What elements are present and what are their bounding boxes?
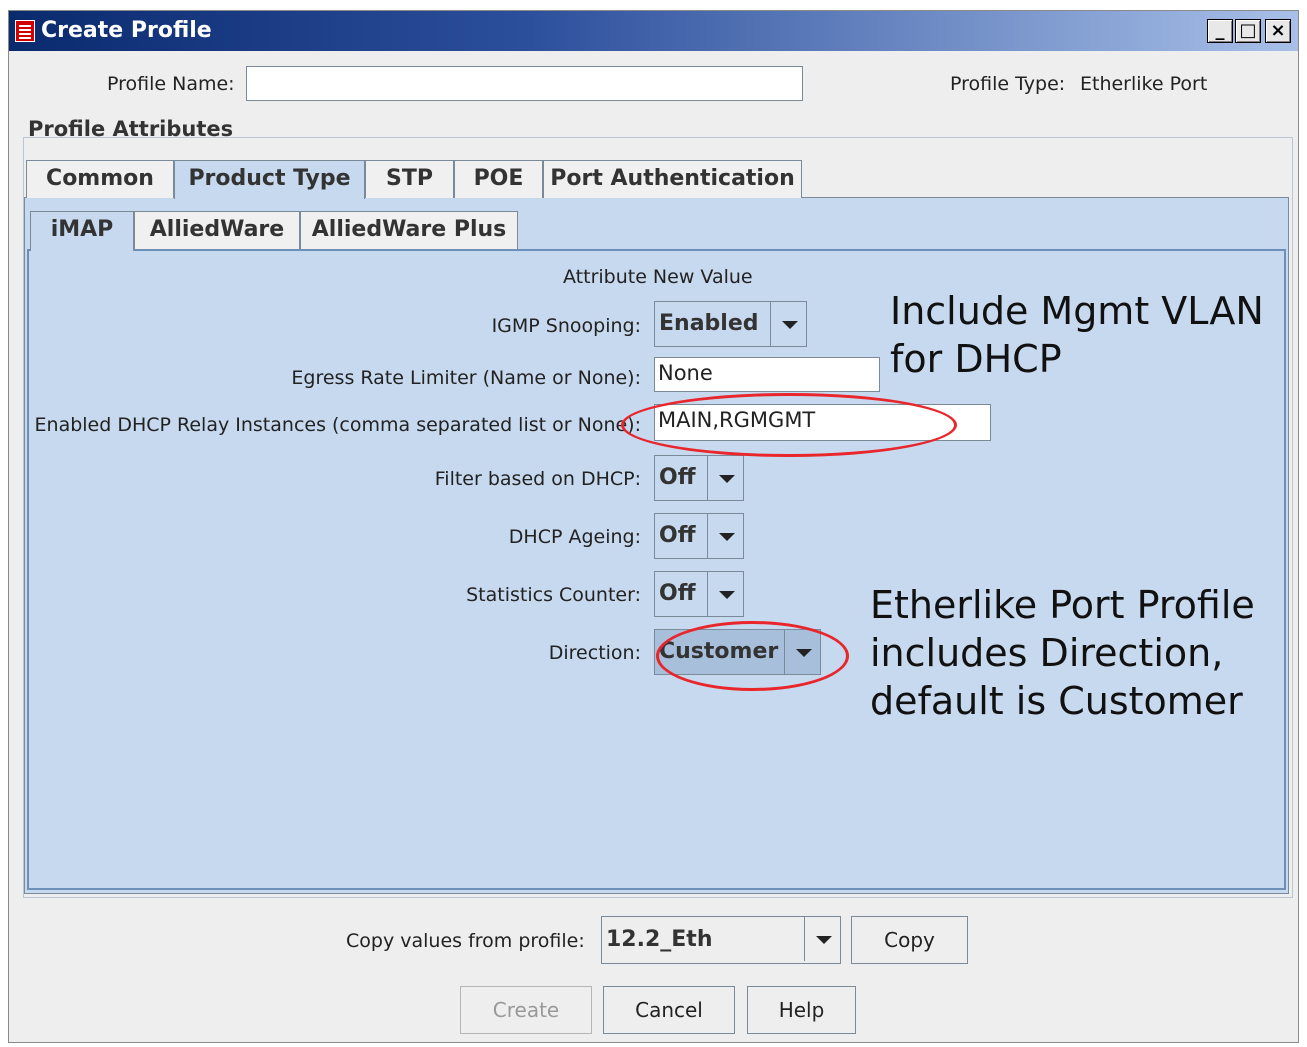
chevron-down-icon: [770, 302, 806, 346]
tab-product-type[interactable]: Product Type: [174, 160, 365, 199]
help-button[interactable]: Help: [747, 986, 856, 1034]
create-profile-window: Create Profile _ □ × Profile Name: Profi…: [8, 10, 1299, 1043]
dhcp-ageing-select[interactable]: Off: [654, 513, 744, 559]
tab-common[interactable]: Common: [26, 160, 174, 198]
statistics-counter-value: Off: [659, 581, 696, 606]
tab-stp[interactable]: STP: [365, 160, 454, 198]
profile-type-value: Etherlike Port: [1080, 73, 1208, 95]
create-button[interactable]: Create: [460, 986, 592, 1034]
attribute-column-header: Attribute New Value: [563, 266, 753, 288]
cancel-button[interactable]: Cancel: [603, 986, 735, 1034]
chevron-down-icon: [804, 917, 840, 961]
annotation-mgmt-vlan-line-1: Include Mgmt VLAN: [890, 289, 1264, 333]
statistics-counter-label: Statistics Counter:: [466, 584, 641, 606]
egress-rate-limiter-input[interactable]: None: [654, 357, 880, 392]
dhcp-relay-highlight: [621, 393, 957, 457]
profile-attributes-title: Profile Attributes: [28, 117, 234, 141]
tab-poe[interactable]: POE: [454, 160, 543, 198]
copy-button[interactable]: Copy: [851, 916, 968, 964]
maximize-button[interactable]: □: [1235, 19, 1261, 43]
chevron-down-icon: [707, 572, 743, 616]
filter-dhcp-label: Filter based on DHCP:: [434, 468, 641, 490]
annotation-direction-line-1: Etherlike Port Profile: [870, 583, 1255, 627]
igmp-snooping-value: Enabled: [659, 311, 759, 336]
title-bar[interactable]: Create Profile _ □ ×: [9, 11, 1298, 51]
dhcp-ageing-label: DHCP Ageing:: [508, 526, 641, 548]
subtab-alliedware[interactable]: AlliedWare: [134, 211, 300, 249]
tab-port-authentication[interactable]: Port Authentication: [543, 160, 802, 198]
copy-profile-select[interactable]: 12.2_Eth: [601, 916, 841, 964]
profile-type-label: Profile Type:: [950, 73, 1066, 95]
dhcp-ageing-value: Off: [659, 523, 696, 548]
annotation-direction-line-3: default is Customer: [870, 679, 1243, 723]
statistics-counter-select[interactable]: Off: [654, 571, 744, 617]
subtab-imap[interactable]: iMAP: [30, 211, 134, 251]
copy-values-label: Copy values from profile:: [346, 930, 585, 952]
window-title: Create Profile: [41, 18, 212, 43]
copy-profile-value: 12.2_Eth: [606, 927, 713, 952]
igmp-snooping-label: IGMP Snooping:: [491, 315, 641, 337]
profile-name-label: Profile Name:: [107, 73, 235, 95]
chevron-down-icon: [707, 514, 743, 558]
egress-rate-limiter-label: Egress Rate Limiter (Name or None):: [291, 367, 641, 389]
subtab-alliedware-plus[interactable]: AlliedWare Plus: [300, 211, 518, 249]
annotation-mgmt-vlan-line-2: for DHCP: [890, 337, 1062, 381]
app-icon: [15, 20, 35, 42]
minimize-button[interactable]: _: [1207, 19, 1233, 43]
profile-name-input[interactable]: [246, 66, 803, 101]
direction-label: Direction:: [548, 642, 641, 664]
direction-highlight: [656, 621, 849, 691]
annotation-direction-line-2: includes Direction,: [870, 631, 1224, 675]
filter-dhcp-select[interactable]: Off: [654, 455, 744, 501]
igmp-snooping-select[interactable]: Enabled: [654, 301, 807, 347]
filter-dhcp-value: Off: [659, 465, 696, 490]
dhcp-relay-label: Enabled DHCP Relay Instances (comma sepa…: [34, 414, 641, 436]
close-button[interactable]: ×: [1265, 19, 1291, 43]
chevron-down-icon: [707, 456, 743, 500]
